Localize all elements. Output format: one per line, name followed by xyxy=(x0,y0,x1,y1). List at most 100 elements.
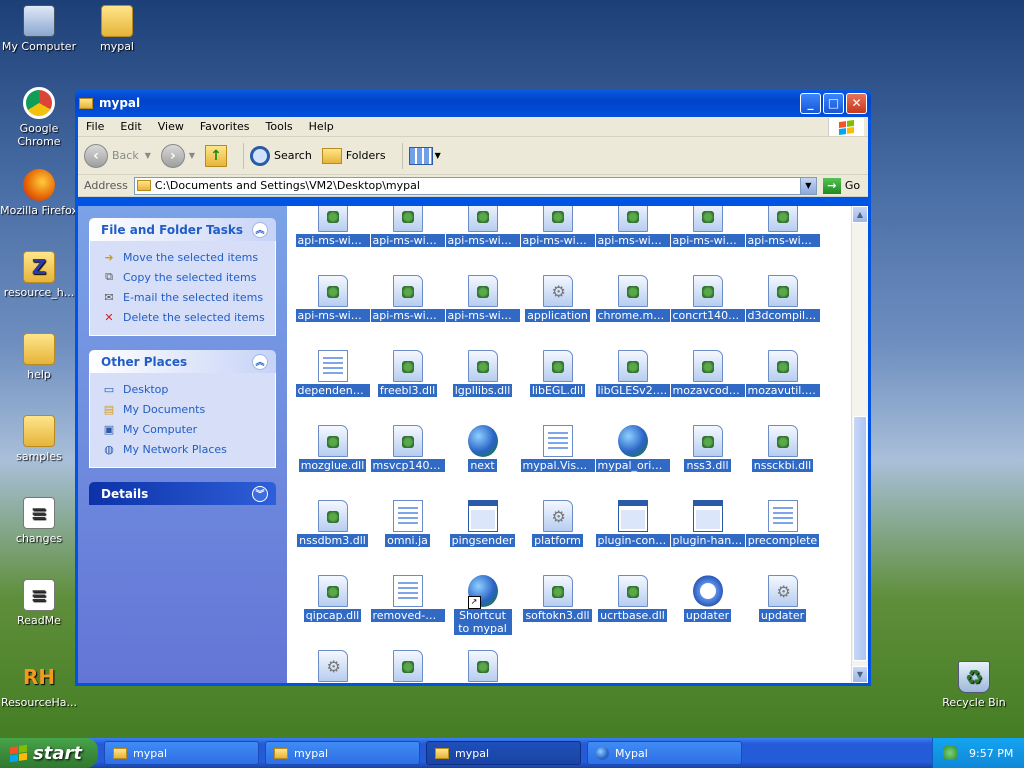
taskbar-button-mypal-browser[interactable]: Mypal xyxy=(587,741,742,765)
file-item[interactable]: dependentli... xyxy=(295,350,370,400)
minimize-button[interactable]: _ xyxy=(800,92,821,114)
file-item[interactable]: pingsender xyxy=(445,500,520,550)
file-list-pane[interactable]: api-ms-win-... api-ms-win-... api-ms-win-.… xyxy=(287,206,868,683)
file-item[interactable]: precomplete xyxy=(745,500,820,550)
folders-button[interactable]: Folders xyxy=(321,147,386,164)
taskbar-button-mypal-1[interactable]: mypal xyxy=(104,741,259,765)
file-item[interactable] xyxy=(370,650,445,683)
back-dropdown-icon[interactable]: ▼ xyxy=(145,151,151,160)
file-item[interactable]: freebl3.dll xyxy=(370,350,445,400)
file-folder-tasks-header[interactable]: File and Folder Tasks ︽ xyxy=(89,218,276,241)
desktop-icon-resource-h[interactable]: Z resource_h... xyxy=(0,251,78,299)
task-delete[interactable]: ✕ Delete the selected items xyxy=(102,307,265,327)
file-item[interactable]: api-ms-win-... xyxy=(745,206,820,250)
file-item[interactable]: mozavutil.dll xyxy=(745,350,820,400)
file-item[interactable]: mypal_original xyxy=(595,425,670,475)
file-item[interactable]: lgpllibs.dll xyxy=(445,350,520,400)
forward-dropdown-icon[interactable]: ▼ xyxy=(189,151,195,160)
file-item[interactable]: api-ms-win-... xyxy=(295,206,370,250)
file-item[interactable]: d3dcompiler... xyxy=(745,275,820,325)
start-button[interactable]: start xyxy=(0,738,98,768)
desktop-icon-samples[interactable]: samples xyxy=(0,415,78,463)
network-tray-icon[interactable] xyxy=(943,746,957,760)
file-item[interactable] xyxy=(295,650,370,683)
file-item[interactable]: mozglue.dll xyxy=(295,425,370,475)
file-item[interactable]: softokn3.dll xyxy=(520,575,595,625)
file-item[interactable]: api-ms-win-... xyxy=(445,206,520,250)
file-item[interactable]: api-ms-win-... xyxy=(445,275,520,325)
place-desktop[interactable]: ▭ Desktop xyxy=(102,379,265,399)
menu-help[interactable]: Help xyxy=(301,120,342,133)
vertical-scrollbar[interactable]: ▲ ▼ xyxy=(851,206,868,683)
scroll-up-icon[interactable]: ▲ xyxy=(852,206,868,223)
file-item[interactable]: updater xyxy=(745,575,820,625)
file-item[interactable]: updater xyxy=(670,575,745,625)
go-button[interactable]: → Go xyxy=(822,177,860,194)
file-item[interactable]: application xyxy=(520,275,595,325)
desktop-icon-recycle-bin[interactable]: ♻ Recycle Bin xyxy=(935,661,1013,709)
file-item[interactable]: qipcap.dll xyxy=(295,575,370,625)
taskbar-button-mypal-3[interactable]: mypal xyxy=(426,741,581,765)
scroll-down-icon[interactable]: ▼ xyxy=(852,666,868,683)
desktop-icon-resourcehacker[interactable]: RH ResourceHa... xyxy=(0,661,78,709)
expand-chevron-icon[interactable]: ︾ xyxy=(252,485,268,502)
file-item[interactable]: nss3.dll xyxy=(670,425,745,475)
file-item[interactable]: api-ms-win-... xyxy=(595,206,670,250)
desktop-icon-google-chrome[interactable]: Google Chrome xyxy=(0,87,78,148)
address-input[interactable]: C:\Documents and Settings\VM2\Desktop\my… xyxy=(133,176,817,195)
desktop-icon-mozilla-firefox[interactable]: Mozilla Firefox xyxy=(0,169,78,217)
file-item[interactable]: api-ms-win-... xyxy=(370,206,445,250)
search-button[interactable]: Search xyxy=(250,145,312,166)
maximize-button[interactable]: □ xyxy=(823,92,844,114)
file-item[interactable]: api-ms-win-... xyxy=(670,206,745,250)
file-item[interactable]: plugin-cont... xyxy=(595,500,670,550)
title-bar[interactable]: mypal _ □ ✕ xyxy=(75,89,871,117)
details-header[interactable]: Details ︾ xyxy=(89,482,276,505)
file-item[interactable]: platform xyxy=(520,500,595,550)
menu-favorites[interactable]: Favorites xyxy=(192,120,258,133)
other-places-header[interactable]: Other Places ︽ xyxy=(89,350,276,373)
task-copy[interactable]: ⧉ Copy the selected items xyxy=(102,267,265,287)
desktop-icon-my-computer[interactable]: My Computer xyxy=(0,5,78,53)
file-item[interactable]: concrt140.dll xyxy=(670,275,745,325)
file-item[interactable]: libEGL.dll xyxy=(520,350,595,400)
file-item[interactable]: nssckbi.dll xyxy=(745,425,820,475)
collapse-chevron-icon[interactable]: ︽ xyxy=(252,353,268,370)
file-item[interactable]: mozavcodec... xyxy=(670,350,745,400)
file-item[interactable]: api-ms-win-... xyxy=(370,275,445,325)
file-item[interactable]: omni.ja xyxy=(370,500,445,550)
task-move[interactable]: ➜ Move the selected items xyxy=(102,247,265,267)
clock[interactable]: 9:57 PM xyxy=(969,747,1013,760)
file-item[interactable]: removed-files xyxy=(370,575,445,625)
back-button[interactable]: ‹ Back ▼ xyxy=(84,143,151,168)
menu-tools[interactable]: Tools xyxy=(258,120,301,133)
taskbar-button-mypal-2[interactable]: mypal xyxy=(265,741,420,765)
place-my-documents[interactable]: ▤ My Documents xyxy=(102,399,265,419)
file-item[interactable]: plugin-hang-ui xyxy=(670,500,745,550)
file-item[interactable]: nssdbm3.dll xyxy=(295,500,370,550)
forward-button[interactable]: › ▼ xyxy=(160,143,195,168)
file-item[interactable] xyxy=(445,650,520,683)
place-my-computer[interactable]: ▣ My Computer xyxy=(102,419,265,439)
collapse-chevron-icon[interactable]: ︽ xyxy=(252,221,268,238)
file-item[interactable]: api-ms-win-... xyxy=(520,206,595,250)
file-item[interactable]: ucrtbase.dll xyxy=(595,575,670,625)
desktop-icon-readme[interactable]: ≡ ReadMe xyxy=(0,579,78,627)
scroll-thumb[interactable] xyxy=(853,416,867,661)
menu-edit[interactable]: Edit xyxy=(112,120,149,133)
file-item[interactable]: chrome.man... xyxy=(595,275,670,325)
views-button[interactable]: ▼ xyxy=(408,146,441,165)
desktop-icon-help[interactable]: help xyxy=(0,333,78,381)
file-item[interactable]: Shortcut to mypal xyxy=(445,575,520,638)
file-item[interactable]: msvcp140.dll xyxy=(370,425,445,475)
file-item[interactable]: mypal.Visu... xyxy=(520,425,595,475)
desktop-icon-changes[interactable]: ≡ changes xyxy=(0,497,78,545)
menu-view[interactable]: View xyxy=(150,120,192,133)
file-item[interactable]: libGLESv2.dll xyxy=(595,350,670,400)
file-item[interactable]: api-ms-win-... xyxy=(295,275,370,325)
close-button[interactable]: ✕ xyxy=(846,92,867,114)
menu-file[interactable]: File xyxy=(78,120,112,133)
task-email[interactable]: ✉ E-mail the selected items xyxy=(102,287,265,307)
place-my-network-places[interactable]: ◍ My Network Places xyxy=(102,439,265,459)
address-dropdown-icon[interactable]: ▼ xyxy=(799,177,816,194)
